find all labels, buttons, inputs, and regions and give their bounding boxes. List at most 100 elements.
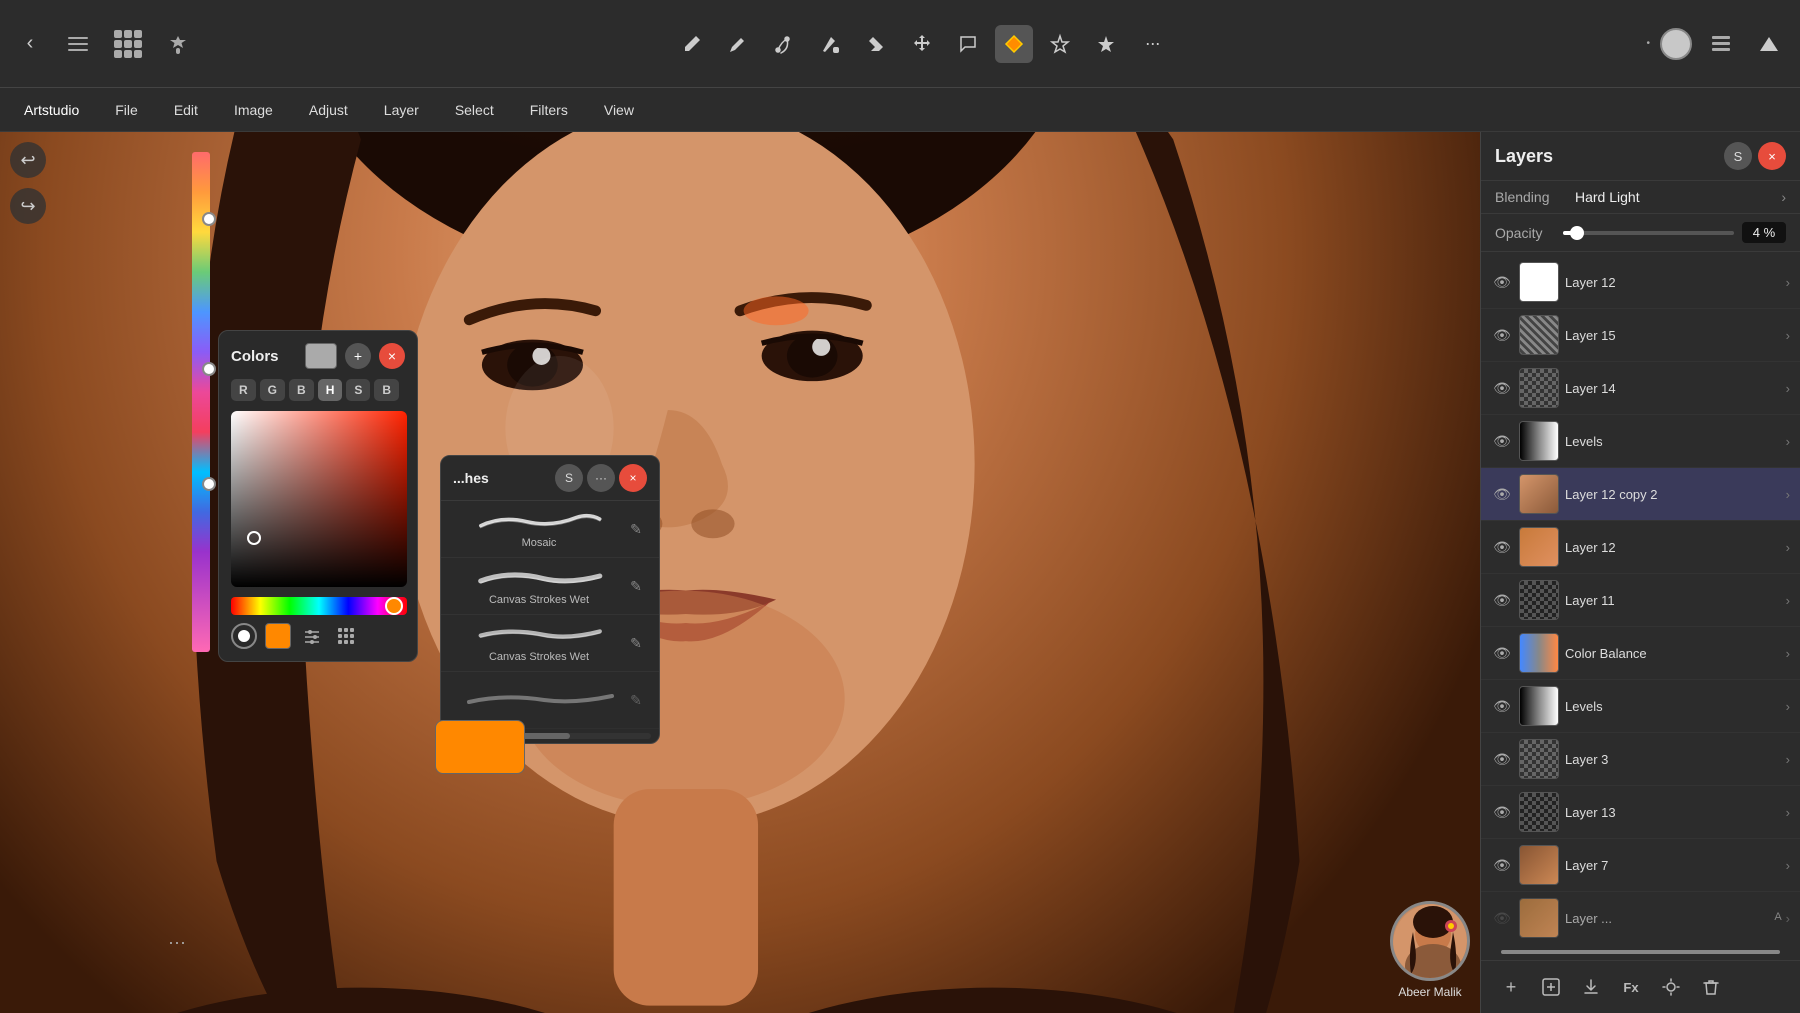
layer-item-color-balance[interactable]: 👁 Color Balance › (1481, 627, 1800, 680)
star-rate-tool-button[interactable] (1087, 25, 1125, 63)
color-strip[interactable] (192, 152, 210, 652)
layer-chevron-layer14: › (1786, 381, 1790, 396)
speech-tool-button[interactable] (949, 25, 987, 63)
layer-eye-layer11[interactable]: 👁 (1491, 589, 1513, 611)
layer-eye-layer12b[interactable]: 👁 (1491, 536, 1513, 558)
menu-image[interactable]: Image (226, 98, 281, 122)
select-shape-tool-button[interactable] (995, 25, 1033, 63)
menu-artstudio[interactable]: Artstudio (16, 98, 87, 122)
menu-filters[interactable]: Filters (522, 98, 576, 122)
edit-brush-partial-button[interactable]: ✎ (625, 689, 647, 711)
move-tool-button[interactable] (903, 25, 941, 63)
close-brushes-panel-button[interactable]: × (619, 464, 647, 492)
layer-eye-layer14[interactable]: 👁 (1491, 377, 1513, 399)
pen-tool-button[interactable] (719, 25, 757, 63)
grid-swatches-button[interactable] (333, 623, 359, 649)
more-tools-button[interactable]: ··· (1133, 25, 1171, 63)
artist-avatar[interactable] (1390, 901, 1470, 981)
delete-layer-button[interactable] (1695, 971, 1727, 1003)
edit-brush-canvas-wet-2-button[interactable]: ✎ (625, 632, 647, 654)
back-button[interactable]: ‹ (12, 26, 48, 62)
color-gradient-picker[interactable] (231, 411, 407, 587)
layer-item-layer12b[interactable]: 👁 Layer 12 › (1481, 521, 1800, 574)
layer-item-layer14[interactable]: 👁 Layer 14 › (1481, 362, 1800, 415)
hue-strip[interactable] (231, 597, 407, 615)
layer-eye-levels1[interactable]: 👁 (1491, 430, 1513, 452)
layer-item-levels2[interactable]: 👁 Levels › (1481, 680, 1800, 733)
color-tab-h[interactable]: H (318, 379, 343, 401)
star-tool-button[interactable] (1041, 25, 1079, 63)
eraser-tool-button[interactable] (857, 25, 895, 63)
brushes-more-button[interactable]: ··· (587, 464, 615, 492)
undo-button[interactable]: ↩ (10, 142, 46, 178)
layer-item-levels1[interactable]: 👁 Levels › (1481, 415, 1800, 468)
opacity-slider[interactable] (1563, 231, 1734, 235)
vector-tool-button[interactable] (765, 25, 803, 63)
brush-item-mosaic[interactable]: Mosaic ✎ (441, 501, 659, 558)
layers-list[interactable]: 👁 Layer 12 › 👁 Layer 15 › 👁 Layer 14 › 👁… (1481, 252, 1800, 944)
layer-item-layer12-copy2[interactable]: 👁 Layer 12 copy 2 › (1481, 468, 1800, 521)
layer-eye-layer13[interactable]: 👁 (1491, 801, 1513, 823)
layer-eye-layer3[interactable]: 👁 (1491, 748, 1513, 770)
color-tab-s[interactable]: S (346, 379, 370, 401)
layer-item-layer3[interactable]: 👁 Layer 3 › (1481, 733, 1800, 786)
menu-layer[interactable]: Layer (376, 98, 427, 122)
color-tab-b2[interactable]: B (374, 379, 399, 401)
download-layer-button[interactable] (1575, 971, 1607, 1003)
sliders-button[interactable] (299, 623, 325, 649)
add-color-button[interactable]: + (345, 343, 371, 369)
redo-button[interactable]: ↪ (10, 188, 46, 224)
layers-toggle-button[interactable] (1702, 25, 1740, 63)
color-swatch-display[interactable] (435, 720, 525, 774)
foreground-swatch[interactable] (265, 623, 291, 649)
grid-view-button[interactable] (108, 24, 148, 64)
color-tab-b[interactable]: B (289, 379, 314, 401)
add-layer-button[interactable]: + (1495, 971, 1527, 1003)
layer-eye-levels2[interactable]: 👁 (1491, 695, 1513, 717)
layer-item-layer7[interactable]: 👁 Layer 7 › (1481, 839, 1800, 892)
edit-brush-mosaic-button[interactable]: ✎ (625, 518, 647, 540)
layer-item-layer11[interactable]: 👁 Layer 11 › (1481, 574, 1800, 627)
color-handle-2[interactable] (202, 362, 216, 376)
brush-item-canvas-wet-2[interactable]: Canvas Strokes Wet ✎ (441, 615, 659, 672)
menu-select[interactable]: Select (447, 98, 502, 122)
add-group-button[interactable] (1535, 971, 1567, 1003)
brightness-button[interactable] (1655, 971, 1687, 1003)
foreground-radio[interactable] (231, 623, 257, 649)
pencil-tool-button[interactable] (673, 25, 711, 63)
menu-view[interactable]: View (596, 98, 642, 122)
layer-eye-layer15[interactable]: 👁 (1491, 324, 1513, 346)
shape-tool-button[interactable] (1750, 25, 1788, 63)
menu-adjust[interactable]: Adjust (301, 98, 356, 122)
brush-item-canvas-wet-1[interactable]: Canvas Strokes Wet ✎ (441, 558, 659, 615)
tools-button[interactable] (158, 24, 198, 64)
layer-eye-color-balance[interactable]: 👁 (1491, 642, 1513, 664)
layer-eye-layer12-copy2[interactable]: 👁 (1491, 483, 1513, 505)
layer-item-layer15[interactable]: 👁 Layer 15 › (1481, 309, 1800, 362)
layer-eye-hidden[interactable]: 👁 (1491, 907, 1513, 929)
color-handle-1[interactable] (202, 212, 216, 226)
fx-button[interactable]: Fx (1615, 971, 1647, 1003)
layer-thumb-layer3 (1519, 739, 1559, 779)
layer-eye-layer12[interactable]: 👁 (1491, 271, 1513, 293)
layer-item-hidden[interactable]: 👁 Layer ... A › (1481, 892, 1800, 944)
edit-brush-canvas-wet-1-button[interactable]: ✎ (625, 575, 647, 597)
paint-tool-button[interactable] (811, 25, 849, 63)
hamburger-menu-button[interactable] (58, 24, 98, 64)
blending-value[interactable]: Hard Light (1575, 189, 1781, 205)
color-tab-r[interactable]: R (231, 379, 256, 401)
brushes-save-button[interactable]: S (555, 464, 583, 492)
layer-item-layer13[interactable]: 👁 Layer 13 › (1481, 786, 1800, 839)
layer-eye-layer7[interactable]: 👁 (1491, 854, 1513, 876)
close-layers-panel-button[interactable]: × (1758, 142, 1786, 170)
layer-item-layer12[interactable]: 👁 Layer 12 › (1481, 256, 1800, 309)
color-tab-g[interactable]: G (260, 379, 285, 401)
color-handle-3[interactable] (202, 477, 216, 491)
menu-edit[interactable]: Edit (166, 98, 206, 122)
layers-save-button[interactable]: S (1724, 142, 1752, 170)
current-color-preview[interactable] (305, 343, 337, 369)
foreground-color[interactable] (1660, 28, 1692, 60)
menu-bar: Artstudio File Edit Image Adjust Layer S… (0, 88, 1800, 132)
menu-file[interactable]: File (107, 98, 146, 122)
close-colors-panel-button[interactable]: × (379, 343, 405, 369)
